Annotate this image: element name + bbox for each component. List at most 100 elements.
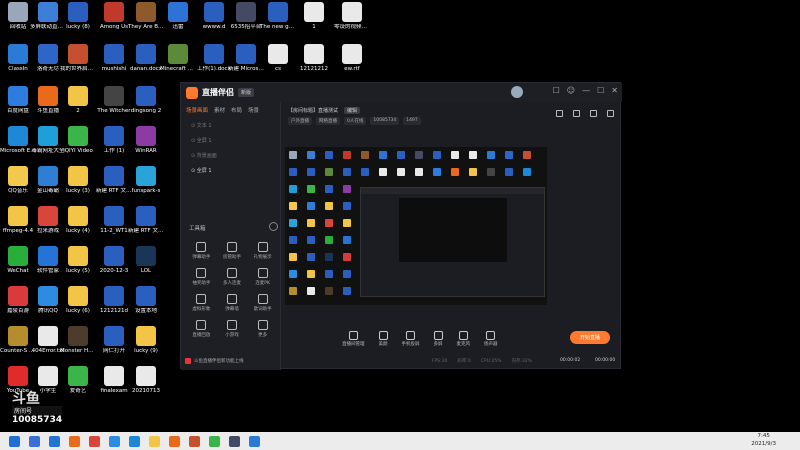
desktop-icon[interactable]: 多屏联动直播间 (30, 2, 66, 31)
desktop-icon[interactable]: Minecraft Launcher (160, 44, 196, 73)
source-item[interactable]: ⊙ 背景画面 (181, 148, 280, 163)
toolbox-settings-icon[interactable] (269, 222, 278, 231)
start-live-button[interactable]: 开始直播 (570, 331, 610, 344)
taskbar-app-icon[interactable] (229, 435, 240, 447)
room-category[interactable]: 户外直播 (288, 117, 312, 125)
tool-button[interactable]: 弹幕墙 (217, 294, 248, 312)
desktop-icon[interactable]: 百度网盘 (1, 86, 35, 115)
microphone-button[interactable]: 麦克风 (457, 331, 470, 347)
screen-icon[interactable]: ☐ (553, 86, 560, 95)
desktop-icon[interactable]: LOL (129, 246, 163, 275)
desktop-icon[interactable]: 20210713 (129, 366, 163, 395)
taskbar-app-icon[interactable] (89, 435, 100, 447)
taskbar-app-icon[interactable] (109, 435, 120, 447)
tool-button[interactable]: 连麦PK (247, 268, 278, 286)
tab-layout[interactable]: 布局 (231, 106, 242, 114)
desktop-icon[interactable]: 1212121d (97, 286, 131, 315)
desktop-icon[interactable]: Among Us (97, 2, 131, 31)
desktop-icon[interactable]: 工作(1).docx (197, 44, 231, 73)
start-button-icon[interactable] (9, 435, 20, 447)
minimize-icon[interactable]: — (582, 86, 590, 95)
desktop-icon[interactable]: 爱奇艺 (61, 366, 95, 395)
stream-preview[interactable] (285, 147, 547, 305)
desktop-icon[interactable]: 软件管家 (31, 246, 65, 275)
taskbar-app-icon[interactable] (49, 435, 60, 447)
live-streaming-app-window[interactable]: 直播伴侣 新版 ☐ ☺ — ☐ ✕ 场景画面 素材 布局 场景 ⊙ 文本 1 ⊙… (180, 82, 622, 370)
desktop-icon[interactable]: WeChat (1, 246, 35, 275)
phone-cast-button[interactable]: 手机投屏 (402, 331, 420, 347)
tool-button[interactable]: 小游戏 (217, 320, 248, 338)
gift-icon[interactable] (556, 110, 563, 117)
desktop-icon[interactable]: lucky (3) (61, 166, 95, 195)
desktop-icon[interactable]: The new green rev (260, 2, 296, 31)
taskbar-app-icon[interactable] (249, 435, 260, 447)
desktop-icon[interactable]: lucky (9) (129, 326, 163, 355)
system-clock[interactable]: 7:45 2021/9/3 (751, 433, 776, 448)
desktop-icon[interactable]: 新建 Microsoft (228, 44, 264, 73)
taskbar-app-icon[interactable] (149, 435, 160, 447)
desktop-icon[interactable]: iQIYI Video (61, 126, 95, 155)
tool-button[interactable]: 虚拟形象 (186, 294, 217, 312)
tab-scene[interactable]: 场景画面 (186, 106, 208, 114)
edit-title-button[interactable]: 编辑 (344, 107, 361, 114)
source-item[interactable]: ⊙ 全屏 1 (181, 163, 280, 178)
desktop-icon[interactable]: 拉米游戏 (31, 206, 65, 235)
desktop-icon[interactable]: ClassIn (1, 44, 35, 73)
desktop-icon[interactable]: WinRAR (129, 126, 163, 155)
tool-button[interactable]: 房管助手 (217, 242, 248, 260)
taskbar-app-icon[interactable] (29, 435, 40, 447)
taskbar-app-icon[interactable] (189, 435, 200, 447)
speaker-button[interactable]: 扬声器 (484, 331, 498, 347)
tool-button[interactable]: 歌词助手 (247, 294, 278, 312)
notice-bar[interactable]: 斗鱼直播伴侣新功能上线 (185, 358, 244, 364)
desktop-icon[interactable]: ew.rtf (335, 44, 369, 73)
app-title-bar[interactable]: 直播伴侣 新版 ☐ ☺ — ☐ ✕ (181, 83, 622, 102)
desktop-icon[interactable]: Counter-S Global Off (0, 326, 36, 355)
desktop-icon[interactable]: 12121212 (297, 44, 331, 73)
desktop-icon[interactable]: The Witcher (97, 86, 131, 115)
tool-button[interactable]: 礼物展示 (247, 242, 278, 260)
desktop-icon[interactable]: 2 (61, 86, 95, 115)
message-icon[interactable] (573, 110, 580, 117)
desktop-icon[interactable]: lucky (8) (61, 2, 95, 31)
room-subcategory[interactable]: 网络直播 (316, 117, 340, 125)
desktop-icon[interactable]: Microsoft Edge (0, 126, 36, 155)
source-item[interactable]: ⊙ 全屏 1 (181, 133, 280, 148)
tab-material[interactable]: 素材 (214, 106, 225, 114)
desktop-icon[interactable]: 1 (297, 2, 331, 31)
tool-button[interactable]: 抽奖助手 (186, 268, 217, 286)
tool-button[interactable]: 弹幕助手 (186, 242, 217, 260)
desktop-icon[interactable]: ffmpeg-4.4 (1, 206, 35, 235)
room-manage-button[interactable]: 直播间管理 (342, 331, 365, 347)
calendar-icon[interactable] (590, 110, 597, 117)
desktop-icon[interactable]: 零设的视频录屏.mp4 (334, 2, 370, 31)
desktop-icon[interactable]: 嘉陵百游 (1, 286, 35, 315)
taskbar-app-icon[interactable] (169, 435, 180, 447)
desktop-icon[interactable]: 迅雷 (161, 2, 195, 31)
desktop-icon[interactable]: lucky (6) (61, 286, 95, 315)
beauty-button[interactable]: 美颜 (378, 331, 388, 347)
skin-icon[interactable]: ☺ (567, 86, 575, 95)
maximize-icon[interactable]: ☐ (597, 86, 604, 95)
desktop-icon[interactable]: 工作 (1) (97, 126, 131, 155)
desktop-icon[interactable]: 设置本地 (129, 286, 163, 315)
desktop-icon[interactable]: 腾讯QQ (31, 286, 65, 315)
share-icon[interactable] (607, 110, 614, 117)
desktop-icon[interactable]: 新建 RTF 文档.rtf (128, 206, 164, 235)
desktop-icon[interactable]: cs (261, 44, 295, 73)
desktop-icon[interactable]: dingsong 2 (129, 86, 163, 115)
taskbar-app-icon[interactable] (69, 435, 80, 447)
tab-scenes[interactable]: 场景 (248, 106, 259, 114)
taskbar-app-icon[interactable] (209, 435, 220, 447)
desktop-icon[interactable]: mushishi (97, 44, 131, 73)
desktop-icon[interactable]: 斗鱼直播 (31, 86, 65, 115)
tool-button[interactable]: 多人连麦 (217, 268, 248, 286)
user-avatar[interactable] (511, 86, 523, 98)
desktop-icon[interactable]: funspark-s (129, 166, 163, 195)
desktop-icon[interactable]: finalexam (97, 366, 131, 395)
taskbar-app-icon[interactable] (129, 435, 140, 447)
multi-screen-button[interactable]: 多屏 (433, 331, 443, 347)
desktop-icon[interactable]: 新建 RTF 文档(2).rtf (96, 166, 132, 195)
desktop-icon[interactable]: 金山毒霸 (31, 166, 65, 195)
desktop-icon[interactable]: Monster Hunter (60, 326, 96, 355)
